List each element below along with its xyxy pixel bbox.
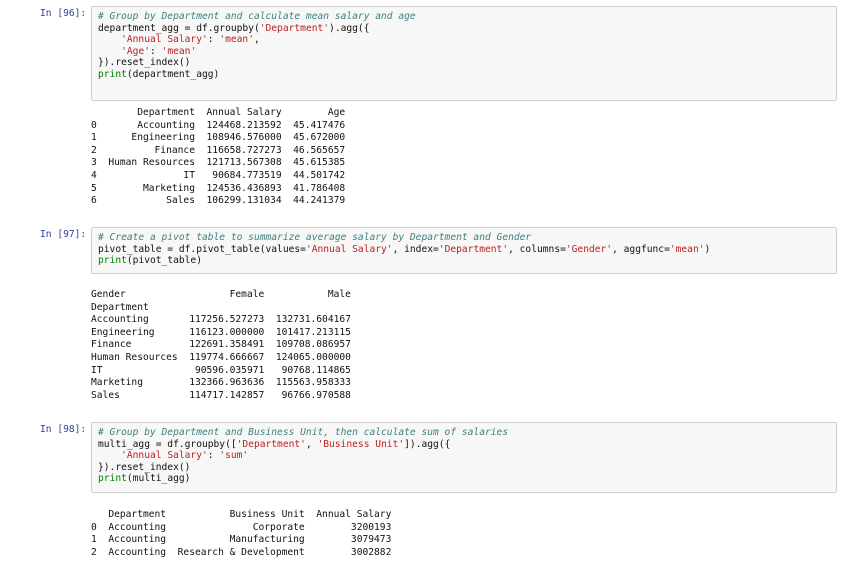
code-line: # Group by Department and calculate mean… bbox=[98, 11, 830, 23]
output-line: Finance 122691.358491 109708.086957 bbox=[91, 339, 351, 351]
cell-output: Department Business Unit Annual Salary 0 … bbox=[91, 509, 391, 559]
code-token: (pivot_table) bbox=[126, 255, 202, 266]
output-line: Human Resources 119774.666667 124065.000… bbox=[91, 351, 351, 363]
output-line: Engineering 116123.000000 101417.213115 bbox=[91, 326, 351, 338]
code-line: print(pivot_table) bbox=[98, 255, 830, 267]
code-token: # Group by Department and calculate mean… bbox=[98, 11, 416, 22]
code-token: }).reset_index() bbox=[98, 461, 191, 473]
code-token: # Create a pivot table to summarize aver… bbox=[98, 232, 532, 243]
code-token: , aggfunc= bbox=[612, 243, 670, 255]
output-line: Department Annual Salary Age bbox=[91, 107, 346, 118]
code-input[interactable]: # Group by Department and Business Unit,… bbox=[91, 422, 837, 493]
output-line: Department Business Unit Annual Salary bbox=[91, 509, 392, 520]
code-token: : bbox=[207, 34, 220, 45]
code-line: # Create a pivot table to summarize aver… bbox=[98, 232, 830, 244]
output-line: 0 Accounting Corporate 3200193 bbox=[91, 521, 392, 533]
code-line: pivot_table = df.pivot_table(values='Ann… bbox=[98, 244, 830, 256]
output-line: 4 IT 90684.773519 44.501742 bbox=[91, 169, 346, 181]
code-token: (department_agg) bbox=[126, 68, 220, 80]
output-line: 5 Marketing 124536.436893 41.786408 bbox=[91, 182, 346, 194]
output-line: 2 Finance 116658.727273 46.565657 bbox=[91, 144, 346, 156]
code-line: multi_agg = df.groupby(['Department', 'B… bbox=[98, 439, 830, 451]
code-token: print bbox=[98, 68, 127, 80]
code-token: }).reset_index() bbox=[98, 57, 191, 68]
code-token: 'Annual Salary' bbox=[121, 450, 208, 461]
code-line: 'Annual Salary': 'mean', bbox=[98, 34, 830, 46]
code-line: print(multi_agg) bbox=[98, 473, 830, 485]
code-token: department_agg = df.groupby( bbox=[98, 22, 260, 34]
code-token: 'Annual Salary' bbox=[305, 243, 393, 255]
code-token: , columns= bbox=[508, 243, 566, 255]
code-token: 'mean' bbox=[219, 34, 254, 45]
code-token: multi_agg = df.groupby([ bbox=[98, 438, 237, 450]
output-line: 1 Engineering 108946.576000 45.672000 bbox=[91, 132, 346, 144]
output-line: IT 90596.035971 90768.114865 bbox=[91, 364, 351, 376]
code-line: }).reset_index() bbox=[98, 57, 830, 69]
code-token: 'Business Unit' bbox=[317, 438, 405, 450]
output-line: Department bbox=[91, 301, 149, 313]
code-token: 'Gender' bbox=[565, 243, 613, 255]
code-token: (multi_agg) bbox=[126, 473, 191, 484]
cell-prompt: In [96]: bbox=[40, 8, 87, 19]
code-token: , index= bbox=[392, 243, 439, 255]
cell-output: Department Annual Salary Age 0 Accounting… bbox=[91, 107, 345, 208]
code-line: print(department_agg) bbox=[98, 69, 830, 81]
code-line: 'Annual Salary': 'sum' bbox=[98, 450, 830, 462]
output-line: 1 Accounting Manufacturing 3079473 bbox=[91, 534, 392, 546]
code-token: print bbox=[98, 255, 127, 266]
code-token: pivot_table = df.pivot_table(values= bbox=[98, 243, 306, 255]
code-token: : bbox=[150, 45, 162, 57]
code-token: , bbox=[253, 34, 260, 45]
code-token: print bbox=[98, 473, 127, 484]
code-token: 'Age' bbox=[121, 45, 150, 57]
code-input[interactable]: # Group by Department and calculate mean… bbox=[91, 6, 837, 101]
code-line: department_agg = df.groupby('Department'… bbox=[98, 23, 830, 35]
code-line: # Group by Department and Business Unit,… bbox=[98, 427, 830, 439]
code-token: ]).agg({ bbox=[404, 438, 451, 450]
code-token: 'Department' bbox=[236, 438, 306, 450]
cell-output: Gender Female Male Department Accounting 1… bbox=[91, 289, 351, 402]
code-token: # Group by Department and Business Unit,… bbox=[98, 427, 509, 438]
code-token: 'Department' bbox=[259, 22, 330, 34]
code-token: 'Department' bbox=[438, 243, 509, 255]
cell-prompt: In [97]: bbox=[40, 229, 87, 240]
code-token: ) bbox=[704, 243, 711, 255]
code-token: 'mean' bbox=[161, 45, 197, 57]
output-line: 3 Human Resources 121713.567308 45.61538… bbox=[91, 157, 346, 169]
code-token: 'mean' bbox=[669, 243, 705, 255]
output-line: 6 Sales 106299.131034 44.241379 bbox=[91, 195, 346, 207]
output-line: 0 Accounting 124468.213592 45.417476 bbox=[91, 119, 346, 131]
output-line: Accounting 117256.527273 132731.604167 bbox=[91, 314, 351, 326]
output-line: Sales 114717.142857 96766.970588 bbox=[91, 389, 351, 401]
code-token: : bbox=[207, 450, 220, 461]
code-line: 'Age': 'mean' bbox=[98, 46, 830, 58]
code-token: , bbox=[305, 438, 318, 450]
code-token: ).agg({ bbox=[329, 22, 370, 34]
code-input[interactable]: # Create a pivot table to summarize aver… bbox=[91, 227, 837, 274]
code-line: }).reset_index() bbox=[98, 462, 830, 474]
code-token: 'Annual Salary' bbox=[121, 34, 208, 45]
code-token: 'sum' bbox=[219, 450, 249, 461]
cell-prompt: In [98]: bbox=[40, 424, 87, 435]
output-line: Marketing 132366.963636 115563.958333 bbox=[91, 377, 351, 389]
output-line: Gender Female Male bbox=[91, 289, 351, 300]
output-line: 2 Accounting Research & Development 3002… bbox=[91, 546, 392, 558]
